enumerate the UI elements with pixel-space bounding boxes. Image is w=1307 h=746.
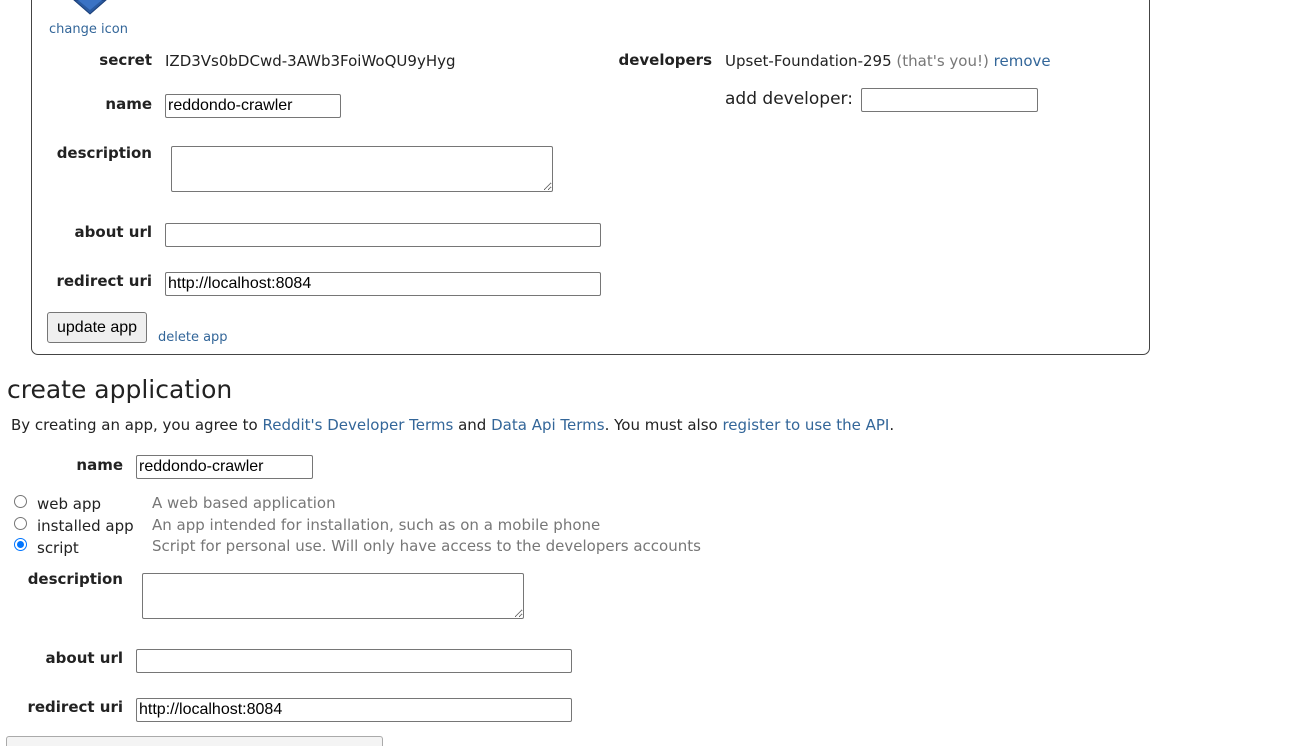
app-icon[interactable] <box>72 0 108 16</box>
create-description-label: description <box>27 570 123 588</box>
data-api-terms-link[interactable]: Data Api Terms <box>491 416 604 434</box>
developers-label: developers <box>618 51 712 69</box>
developer-you-note: (that's you!) <box>896 52 989 70</box>
edit-redirect-uri-input[interactable] <box>165 272 601 296</box>
edit-about-url-label: about url <box>74 223 152 241</box>
add-developer-input[interactable] <box>861 88 1038 112</box>
script-label[interactable]: script <box>37 539 79 557</box>
terms-and: and <box>453 416 492 434</box>
installed-app-label[interactable]: installed app <box>37 517 134 535</box>
edit-name-input[interactable] <box>165 94 341 118</box>
edit-redirect-uri-label: redirect uri <box>56 272 152 290</box>
add-developer-label: add developer: <box>725 89 853 109</box>
create-app-button[interactable] <box>6 736 383 746</box>
secret-value: IZD3Vs0bDCwd-3AWb3FoiWoQU9yHyg <box>165 52 456 70</box>
web-app-description: A web based application <box>152 494 336 512</box>
create-name-label: name <box>76 456 123 474</box>
script-description: Script for personal use. Will only have … <box>152 537 701 555</box>
web-app-label[interactable]: web app <box>37 495 101 513</box>
update-app-button[interactable]: update app <box>47 312 148 343</box>
create-about-url-input[interactable] <box>136 649 572 673</box>
developer-terms-link[interactable]: Reddit's Developer Terms <box>262 416 453 434</box>
installed-app-radio[interactable] <box>14 517 27 530</box>
create-about-url-label: about url <box>45 649 123 667</box>
edit-name-label: name <box>105 95 152 113</box>
create-name-input[interactable] <box>136 455 313 479</box>
developers-list: Upset-Foundation-295 (that's you!) remov… <box>725 52 1051 70</box>
web-app-radio[interactable] <box>14 495 27 508</box>
terms-mid: . You must also <box>604 416 723 434</box>
create-redirect-uri-input[interactable] <box>136 698 572 722</box>
developer-name: Upset-Foundation-295 <box>725 52 892 70</box>
terms-prefix: By creating an app, you agree to <box>11 416 263 434</box>
secret-label: secret <box>99 51 152 69</box>
delete-app-link[interactable]: delete app <box>158 330 228 345</box>
edit-about-url-input[interactable] <box>165 223 601 247</box>
edit-description-textarea[interactable] <box>171 146 553 192</box>
remove-developer-link[interactable]: remove <box>994 52 1051 70</box>
installed-app-description: An app intended for installation, such a… <box>152 516 601 534</box>
terms-notice: By creating an app, you agree to Reddit'… <box>11 416 894 434</box>
edit-description-label: description <box>56 144 152 162</box>
create-redirect-uri-label: redirect uri <box>27 698 123 716</box>
create-description-textarea[interactable] <box>142 573 524 619</box>
change-icon-link[interactable]: change icon <box>49 22 128 37</box>
script-radio[interactable] <box>14 538 27 551</box>
terms-end: . <box>889 416 895 434</box>
create-application-title: create application <box>7 375 233 404</box>
register-api-link[interactable]: register to use the API <box>722 416 889 434</box>
